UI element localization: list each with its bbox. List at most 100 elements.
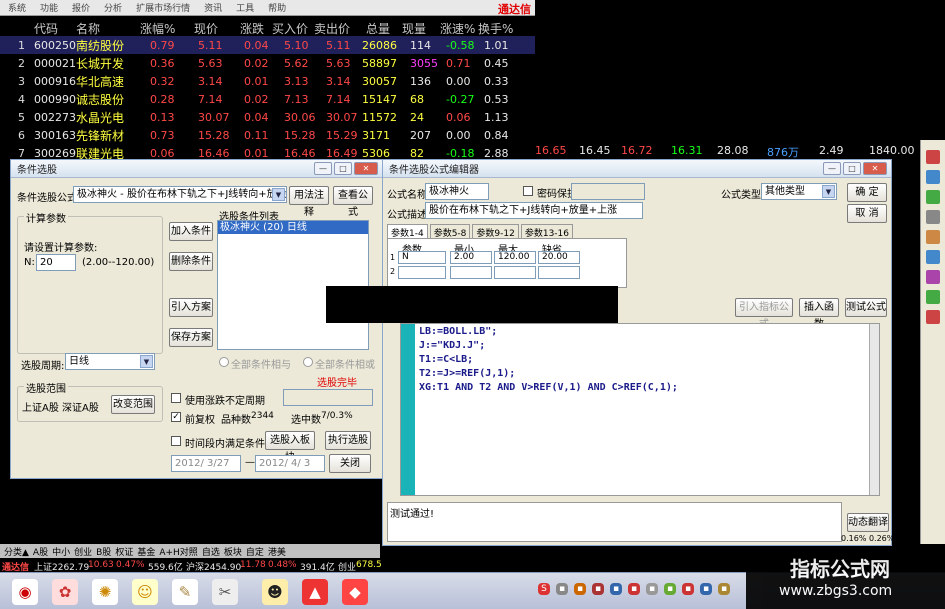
tray-icon[interactable]: ▪ [646,583,658,595]
col-sell[interactable]: 卖出价 [314,20,350,37]
tab-custom[interactable]: 自定 [246,545,264,558]
tab-category[interactable]: 分类▲ [4,545,29,558]
tab-warrant[interactable]: 权证 [115,545,133,558]
date-from-field[interactable]: 2012/ 3/27 [171,455,241,472]
tool-icon[interactable] [926,270,940,284]
col-buy[interactable]: 买入价 [272,20,308,37]
recover-checkbox[interactable]: ✓ [171,412,181,422]
date-to-field[interactable]: 2012/ 4/ 3 [255,455,325,472]
tool-icon[interactable] [926,150,940,164]
menu-tools[interactable]: 工具 [236,1,254,14]
import-scheme-button[interactable]: 引入方案 [169,298,213,317]
tray-icon[interactable]: ▪ [700,583,712,595]
menu-function[interactable]: 功能 [40,1,58,14]
radio-or[interactable] [303,357,313,367]
execute-button[interactable]: 执行选股 [325,431,371,450]
ok-button[interactable]: 确 定 [847,183,887,202]
tray-icon[interactable]: ▪ [592,583,604,595]
tool-icon[interactable] [926,290,940,304]
table-row[interactable]: 1 600250 南纺股份 0.79 5.11 0.04 5.10 5.11 26086 114 -… [0,36,535,54]
tool-icon[interactable] [926,190,940,204]
radio-and[interactable] [219,357,229,367]
code-scrollbar[interactable] [869,324,879,495]
col-volume[interactable]: 总量 [366,20,390,37]
app-icon[interactable]: ▲ [302,579,328,605]
menu-analysis[interactable]: 分析 [104,1,122,14]
app-icon[interactable]: ✂ [212,579,238,605]
menu-help[interactable]: 帮助 [268,1,286,14]
param-default-cell[interactable] [538,266,580,279]
change-range-button[interactable]: 改变范围 [111,395,155,414]
menu-quote[interactable]: 报价 [72,1,90,14]
col-code[interactable]: 代码 [34,20,58,37]
tray-icon[interactable]: ▪ [556,583,568,595]
tray-icon[interactable]: ▪ [682,583,694,595]
app-icon[interactable]: ✺ [92,579,118,605]
param-n-stepper[interactable]: 20 [36,254,76,271]
table-row[interactable]: 6 300163 先锋新材 0.73 15.28 0.11 15.28 15.29 3171 20… [0,126,535,144]
table-row[interactable]: 2 000021 长城开发 0.36 5.63 0.02 5.62 5.63 58897 3055… [0,54,535,72]
save-scheme-button[interactable]: 保存方案 [169,328,213,347]
chevron-down-icon[interactable]: ▼ [272,188,285,201]
tab-a-share[interactable]: A股 [33,545,48,558]
tray-icon[interactable]: ▪ [574,583,586,595]
dialog-titlebar[interactable]: 条件选股 — □ ✕ [11,160,382,178]
password-checkbox[interactable] [523,186,533,196]
app-icon[interactable]: ✎ [172,579,198,605]
param-min-cell[interactable]: 2.00 [450,251,492,264]
code-editor[interactable]: LB:=BOLL.LB"; J:="KDJ.J"; T1:=C<LB; T2:=… [400,323,880,496]
close-icon[interactable]: ✕ [863,162,887,175]
formula-select[interactable]: 极冰神火 - 股价在布林下轨之下+J线转向+放量+上涨 ▼ [73,186,287,203]
tray-icon[interactable]: S [538,583,550,595]
app-icon[interactable]: ☺ [132,579,158,605]
tool-icon[interactable] [926,250,940,264]
formula-type-select[interactable]: 其他类型 ▼ [761,183,837,200]
condition-list[interactable]: 极冰神火 (20) 日线 [217,220,369,350]
condition-list-item[interactable]: 极冰神火 (20) 日线 [218,221,368,234]
time-range-checkbox[interactable] [171,436,181,446]
formula-name-input[interactable]: 极冰神火 [425,183,489,200]
tab-gem[interactable]: 创业 [74,545,92,558]
param-min-cell[interactable] [450,266,492,279]
maximize-icon[interactable]: □ [334,162,352,175]
tab-hk-us[interactable]: 港美 [268,545,286,558]
usage-note-button[interactable]: 用法注释 [289,186,329,218]
tool-icon[interactable] [926,230,940,244]
tray-icon[interactable]: ▪ [610,583,622,595]
import-indicator-button[interactable]: 引入指标公式 [735,298,793,330]
formula-desc-input[interactable]: 股价在布林下轨之下+J线转向+放量+上涨 [425,202,643,219]
insert-function-button[interactable]: 插入函数 [799,298,839,330]
tab-ah[interactable]: A+H对照 [159,545,197,558]
tray-icon[interactable]: ▪ [718,583,730,595]
cancel-button[interactable]: 取 消 [847,204,887,223]
app-icon[interactable]: ✿ [52,579,78,605]
table-row[interactable]: 3 000916 华北高速 0.32 3.14 0.01 3.13 3.14 30057 136 0… [0,72,535,90]
chevron-down-icon[interactable]: ▼ [140,355,153,368]
tool-icon[interactable] [926,210,940,224]
col-turnover[interactable]: 换手% [478,20,513,37]
menu-extended-market[interactable]: 扩展市场行情 [136,1,190,14]
col-speed[interactable]: 涨速% [440,20,475,37]
param-name-cell[interactable]: N [398,251,446,264]
dynamic-translate-button[interactable]: 动态翻译 [847,513,889,532]
qq-icon[interactable]: ☻ [262,579,288,605]
col-name[interactable]: 名称 [76,20,100,37]
use-limit-checkbox[interactable] [171,393,181,403]
table-row[interactable]: 4 000990 诚志股份 0.28 7.14 0.02 7.13 7.14 15147 68 -0… [0,90,535,108]
maximize-icon[interactable]: □ [843,162,861,175]
period-select[interactable]: 日线 ▼ [65,353,155,370]
delete-condition-button[interactable]: 删除条件 [169,252,213,271]
col-cur-volume[interactable]: 现量 [402,20,426,37]
test-formula-button[interactable]: 测试公式 [845,298,887,317]
start-icon[interactable]: ◉ [12,579,38,605]
param-default-cell[interactable]: 20.00 [538,251,580,264]
close-icon[interactable]: ✕ [354,162,378,175]
tab-fund[interactable]: 基金 [137,545,155,558]
editor-titlebar[interactable]: 条件选股公式编辑器 — □ ✕ [383,160,891,178]
table-row[interactable]: 5 002273 水晶光电 0.13 30.07 0.04 30.06 30.07 11572 2… [0,108,535,126]
param-name-cell[interactable] [398,266,446,279]
tab-sme[interactable]: 中小 [52,545,70,558]
tab-favorite[interactable]: 自选 [202,545,220,558]
tab-block[interactable]: 板块 [224,545,242,558]
app-icon[interactable]: ◆ [342,579,368,605]
